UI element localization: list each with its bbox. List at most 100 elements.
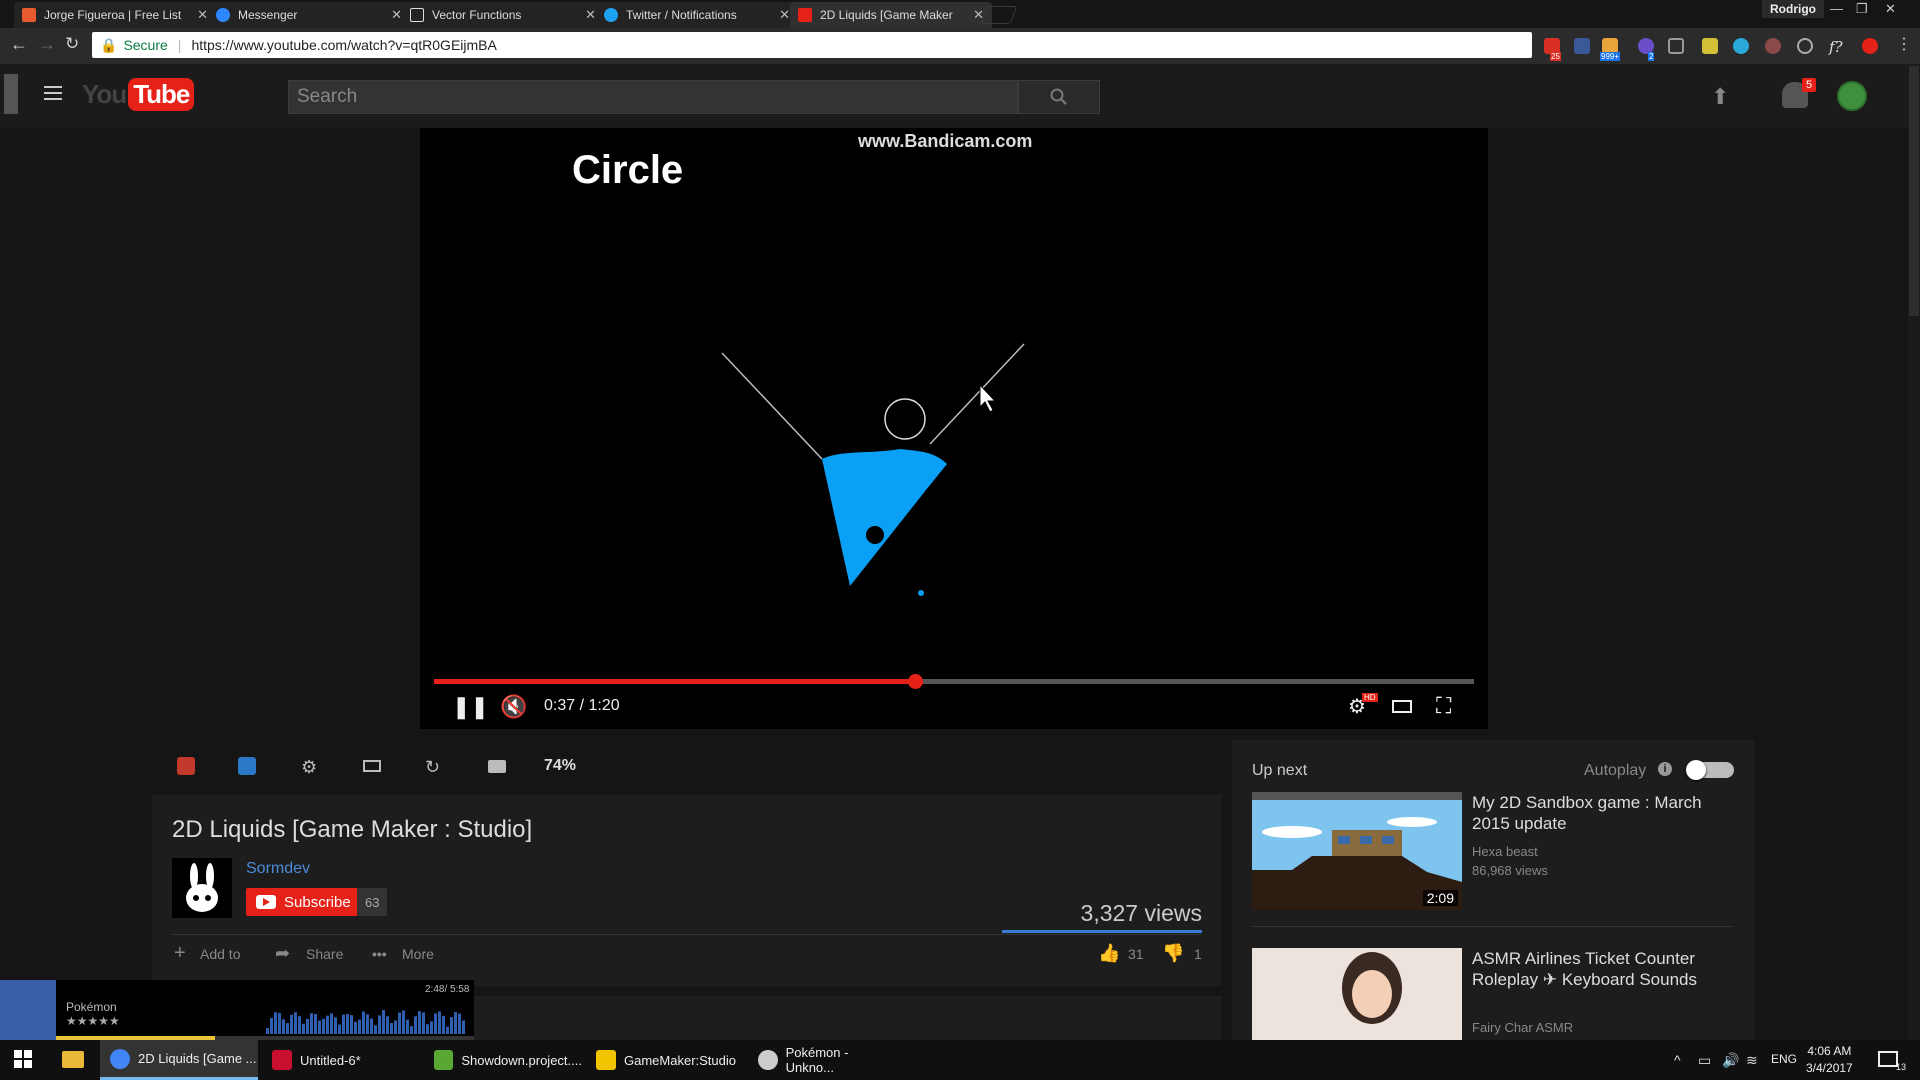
formula-extension-icon[interactable]: f? — [1829, 38, 1845, 56]
action-center-icon[interactable] — [1878, 1051, 1898, 1067]
theater-mode-icon[interactable] — [1392, 700, 1412, 713]
adblock-extension-icon[interactable] — [1862, 38, 1878, 54]
twitter-extension-icon[interactable] — [1797, 38, 1813, 54]
close-window-icon[interactable]: ✕ — [1885, 1, 1896, 17]
taskbar-item-chrome[interactable]: 2D Liquids [Game ... — [100, 1040, 258, 1080]
windows-start-icon[interactable] — [14, 1050, 32, 1068]
tab-vector-functions[interactable]: Vector Functions ✕ — [402, 2, 604, 28]
mute-icon[interactable]: 🔇 — [500, 694, 527, 720]
share-button[interactable]: Share — [306, 946, 343, 962]
search-input[interactable]: Search — [288, 80, 1018, 114]
back-icon[interactable]: ← — [10, 34, 28, 55]
battery-icon[interactable]: ▭ — [1698, 1052, 1711, 1069]
video-title-link[interactable]: My 2D Sandbox game : March 2015 update — [1472, 792, 1734, 834]
autoplay-toggle[interactable] — [1686, 760, 1734, 780]
mail-extension-icon[interactable] — [1668, 38, 1684, 54]
taskbar-item-pokemon[interactable]: Pokémon - Unkno... — [748, 1040, 898, 1080]
close-tab-icon[interactable]: ✕ — [391, 7, 402, 23]
rabbit-logo-icon — [186, 863, 218, 912]
close-tab-icon[interactable]: ✕ — [585, 7, 596, 23]
file-explorer-icon[interactable] — [62, 1051, 84, 1068]
play-icon — [256, 895, 276, 909]
messenger-icon — [216, 8, 230, 22]
like-count: 31 — [1128, 946, 1144, 962]
pocket-extension-icon[interactable] — [1765, 38, 1781, 54]
account-avatar[interactable] — [1837, 81, 1867, 111]
scrollbar-thumb[interactable] — [1909, 66, 1919, 316]
visualizer-bar — [434, 1013, 437, 1034]
menu-dots-icon[interactable]: ⋮ — [1896, 34, 1912, 54]
liquid-simulation-frame — [721, 343, 1025, 596]
new-tab-button[interactable] — [980, 6, 1018, 24]
system-clock[interactable]: 4:06 AM 3/4/2017 — [1806, 1043, 1853, 1077]
language-indicator[interactable]: ENG — [1771, 1052, 1797, 1066]
wifi-icon[interactable]: ≋ — [1746, 1052, 1758, 1069]
reload-icon[interactable]: ↻ — [65, 34, 79, 54]
tab-messenger[interactable]: Messenger ✕ — [208, 2, 410, 28]
video-player[interactable]: www.Bandicam.com Circle ❚❚ 🔇 0:37 / 1:20… — [420, 128, 1488, 729]
progress-scrubber[interactable] — [908, 674, 923, 689]
zoom-percent[interactable]: 74% — [544, 757, 576, 775]
more-button[interactable]: More — [402, 946, 434, 962]
page-edge-handle — [4, 74, 18, 114]
tab-jorge-figueroa[interactable]: Jorge Figueroa | Free List ✕ — [14, 2, 216, 28]
add-icon[interactable]: + — [174, 942, 186, 965]
restore-icon[interactable]: ❐ — [1856, 1, 1868, 17]
screen-icon[interactable] — [363, 760, 381, 772]
camera-icon[interactable] — [488, 760, 506, 773]
visualizer-bar — [354, 1021, 357, 1034]
visualizer-bar — [430, 1021, 433, 1034]
fullscreen-icon[interactable]: ⛶ — [1436, 693, 1451, 719]
profile-button[interactable]: Rodrigo — [1762, 0, 1824, 18]
visualizer-bar — [278, 1012, 281, 1034]
info-icon[interactable]: i — [1658, 762, 1672, 776]
thumbs-down-icon[interactable]: 👎 — [1162, 943, 1184, 964]
hamburger-menu-icon[interactable] — [44, 86, 62, 100]
visualizer-bar — [462, 1020, 465, 1034]
tab-2d-liquids[interactable]: 2D Liquids [Game Maker ✕ — [790, 2, 992, 28]
upload-icon[interactable]: ⬆ — [1711, 84, 1729, 110]
video-thumbnail-sandbox[interactable]: 2:09 — [1252, 792, 1462, 910]
mini-music-player[interactable]: Pokémon ★★★★★ 2:48/ 5:58 — [0, 980, 474, 1040]
more-dots-icon[interactable]: ••• — [372, 946, 387, 962]
minimize-icon[interactable]: — — [1830, 1, 1843, 16]
volume-icon[interactable]: 🔊 — [1722, 1052, 1739, 1069]
youtube-header: You Tube Search ⬆ 5 — [0, 64, 1908, 128]
visualizer-bar — [458, 1013, 461, 1034]
show-hidden-icons-icon[interactable]: ^ — [1674, 1052, 1681, 1068]
forward-icon[interactable]: → — [38, 34, 56, 55]
tab-twitter-notifications[interactable]: Twitter / Notifications ✕ — [596, 2, 798, 28]
visualizer-bar — [266, 1028, 269, 1034]
video-title-link[interactable]: ASMR Airlines Ticket Counter Roleplay ✈ … — [1472, 948, 1734, 990]
close-tab-icon[interactable]: ✕ — [197, 7, 208, 23]
close-tab-icon[interactable]: ✕ — [779, 7, 790, 23]
visualizer-bar — [322, 1018, 325, 1034]
loop-icon[interactable]: ↻ — [425, 757, 443, 777]
record-extension-icon[interactable] — [177, 757, 195, 775]
share-icon[interactable]: ➦ — [275, 943, 290, 964]
taskbar-item-showdown[interactable]: Showdown.project.... — [424, 1040, 582, 1080]
taskbar-item-flash[interactable]: Untitled-6* — [262, 1040, 420, 1080]
add-to-button[interactable]: Add to — [200, 946, 240, 962]
visualizer-bar — [374, 1025, 377, 1034]
gear-icon[interactable]: ⚙ — [301, 757, 319, 777]
channel-avatar[interactable] — [172, 858, 232, 918]
visualizer-bar — [366, 1014, 369, 1034]
address-bar[interactable]: 🔒 Secure | https://www.youtube.com/watch… — [92, 32, 1532, 58]
rating-stars[interactable]: ★★★★★ — [66, 1014, 120, 1028]
thumbs-up-icon[interactable]: 👍 — [1098, 943, 1120, 964]
notification-count-badge: 5 — [1802, 78, 1817, 92]
pip-extension-icon[interactable] — [238, 757, 256, 775]
search-button[interactable] — [1018, 80, 1100, 114]
taskbar-label: 2D Liquids [Game ... — [138, 1051, 257, 1066]
visualizer-bar — [378, 1015, 381, 1034]
circle-extension-icon[interactable] — [1733, 38, 1749, 54]
facebook-extension-icon[interactable] — [1574, 38, 1590, 54]
youtube-logo[interactable]: You Tube — [82, 78, 195, 111]
notes-extension-icon[interactable] — [1702, 38, 1718, 54]
taskbar-item-gamemaker[interactable]: GameMaker:Studio — [586, 1040, 744, 1080]
channel-name[interactable]: Sormdev — [246, 860, 310, 878]
progress-bar[interactable] — [434, 674, 1474, 689]
pause-button[interactable]: ❚❚ — [452, 694, 489, 720]
subscribe-button[interactable]: Subscribe — [246, 888, 361, 916]
